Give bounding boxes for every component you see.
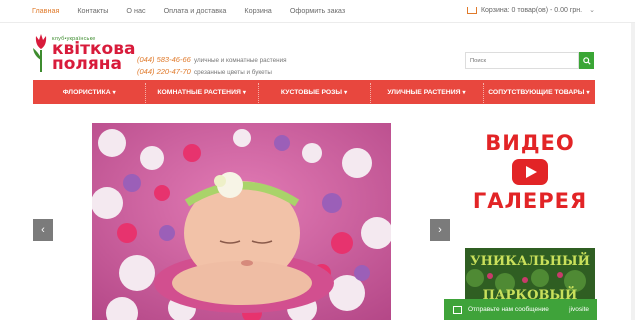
site-header: клуб•українське квіткова поляна (044) 58… bbox=[0, 22, 635, 78]
phone-descriptions: уличные и комнатные растения срезанные ц… bbox=[194, 55, 287, 79]
site-logo[interactable]: клуб•українське квіткова поляна bbox=[32, 30, 142, 74]
menu-floristry[interactable]: ФЛОРИСТИКА ▾ bbox=[33, 89, 145, 96]
cart-summary-label: Корзина: 0 товар(ов) - 0.00 грн. bbox=[480, 6, 583, 14]
top-nav: Главная Контакты О нас Оплата и доставка… bbox=[32, 6, 363, 15]
youtube-play-icon bbox=[512, 159, 548, 185]
topnav-about[interactable]: О нас bbox=[126, 6, 145, 15]
cart-summary[interactable]: Корзина: 0 товар(ов) - 0.00 грн. ⌄ bbox=[466, 6, 595, 14]
menu-bush-roses-label: КУСТОВЫЕ РОЗЫ bbox=[280, 88, 343, 96]
chat-label: Отправьте нам сообщение bbox=[468, 306, 549, 313]
search-input[interactable] bbox=[465, 52, 580, 69]
search-icon bbox=[582, 56, 591, 65]
menu-outdoor-plants-label: УЛИЧНЫЕ РАСТЕНИЯ bbox=[387, 88, 461, 96]
chat-brand: jivosite bbox=[569, 306, 589, 313]
chevron-left-icon: ‹ bbox=[41, 224, 45, 236]
video-gallery-title-1: ВИДЕО bbox=[485, 131, 575, 155]
tulip-logo-icon bbox=[33, 34, 47, 72]
chat-widget[interactable]: Отправьте нам сообщение jivosite bbox=[444, 299, 597, 320]
baby-in-flowers-photo bbox=[92, 123, 391, 320]
phone-2-description: срезанные цветы и букеты bbox=[194, 69, 272, 76]
menu-related-goods[interactable]: СОПУТСТВУЮЩИЕ ТОВАРЫ ▾ bbox=[482, 82, 595, 103]
phone-1: (044) 583-46-66 bbox=[137, 55, 191, 64]
topnav-contacts[interactable]: Контакты bbox=[77, 6, 108, 15]
topnav-checkout[interactable]: Оформить заказ bbox=[290, 6, 345, 15]
logo-line-2: поляна bbox=[52, 54, 123, 74]
topnav-home[interactable]: Главная bbox=[32, 6, 59, 15]
chevron-down-icon: ▾ bbox=[462, 89, 466, 96]
chevron-down-icon: ▾ bbox=[112, 89, 116, 96]
chevron-down-icon: ▾ bbox=[344, 89, 348, 96]
menu-indoor-plants-label: КОМНАТНЫЕ РАСТЕНИЯ bbox=[157, 88, 241, 96]
banner-line-1: УНИКАЛЬНЫЙ bbox=[470, 254, 590, 269]
video-gallery-title-2: ГАЛЕРЕЯ bbox=[472, 189, 588, 213]
search-button[interactable] bbox=[579, 52, 594, 69]
slider-next-button[interactable]: › bbox=[430, 219, 450, 241]
menu-indoor-plants[interactable]: КОМНАТНЫЕ РАСТЕНИЯ ▾ bbox=[145, 82, 257, 103]
phone-1-description: уличные и комнатные растения bbox=[194, 57, 287, 64]
topnav-cart[interactable]: Корзина bbox=[244, 6, 271, 15]
chevron-down-icon: ▾ bbox=[242, 89, 246, 96]
menu-related-goods-label: СОПУТСТВУЮЩИЕ ТОВАРЫ bbox=[488, 88, 585, 96]
chevron-right-icon: › bbox=[438, 224, 442, 236]
chevron-down-icon: ▾ bbox=[586, 89, 590, 96]
chat-icon bbox=[453, 305, 462, 314]
topnav-payment-delivery[interactable]: Оплата и доставка bbox=[164, 6, 227, 15]
top-bar: Главная Контакты О нас Оплата и доставка… bbox=[0, 0, 635, 23]
search-form bbox=[465, 52, 594, 69]
phone-2: (044) 220-47-70 bbox=[137, 67, 191, 76]
menu-floristry-label: ФЛОРИСТИКА bbox=[62, 88, 111, 96]
hero-slider-image bbox=[92, 123, 391, 320]
menu-bush-roses[interactable]: КУСТОВЫЕ РОЗЫ ▾ bbox=[257, 82, 370, 103]
chevron-down-icon: ⌄ bbox=[589, 7, 595, 14]
video-gallery-link[interactable]: ВИДЕО ГАЛЕРЕЯ bbox=[465, 130, 595, 225]
menu-outdoor-plants[interactable]: УЛИЧНЫЕ РАСТЕНИЯ ▾ bbox=[370, 82, 482, 103]
main-menu: ФЛОРИСТИКА ▾ КОМНАТНЫЕ РАСТЕНИЯ ▾ КУСТОВЫЕ… bbox=[33, 80, 595, 104]
slider-prev-button[interactable]: ‹ bbox=[33, 219, 53, 241]
cart-icon bbox=[466, 6, 477, 14]
phone-numbers: (044) 583-46-66 (044) 220-47-70 bbox=[137, 54, 191, 78]
